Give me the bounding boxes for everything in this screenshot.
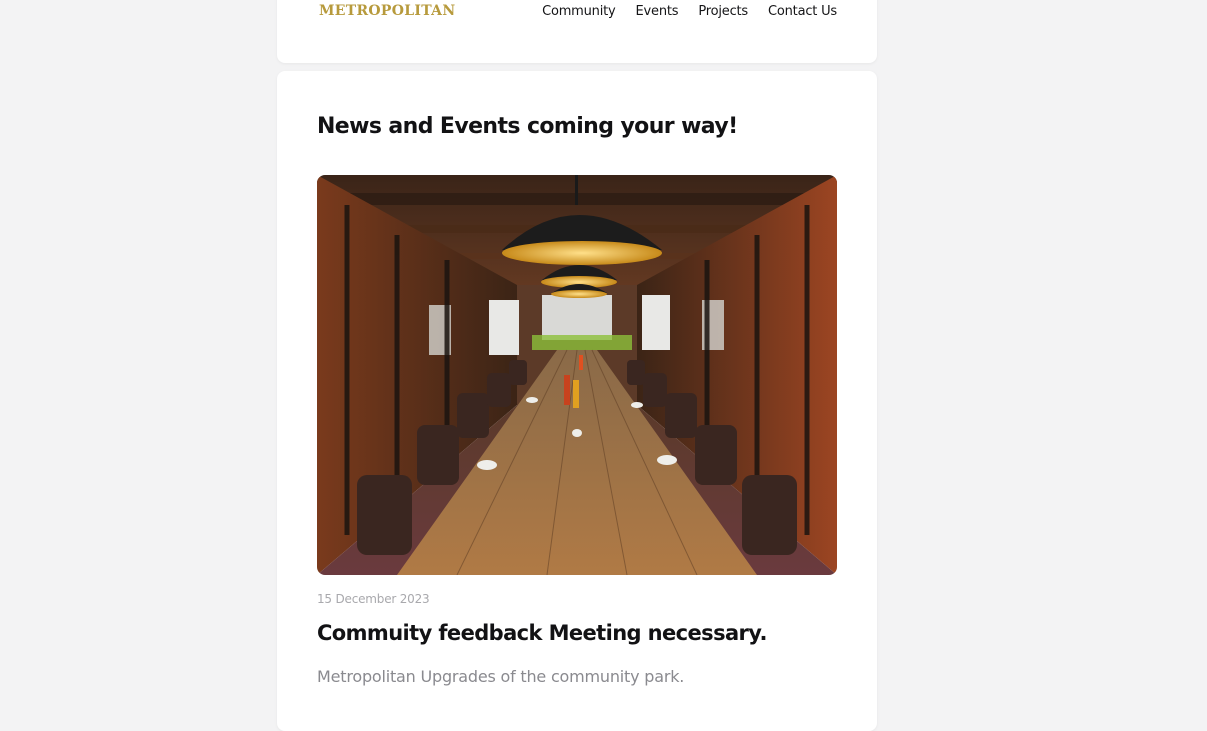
nav-link-events[interactable]: Events [636, 4, 679, 19]
section-title: News and Events coming your way! [317, 114, 738, 139]
nav-link-contact-us[interactable]: Contact Us [768, 4, 837, 19]
event-description: Metropolitan Upgrades of the community p… [317, 667, 685, 686]
main-nav: Community Events Projects Contact Us [542, 4, 837, 19]
event-date: 15 December 2023 [317, 592, 430, 606]
event-title[interactable]: Commuity feedback Meeting necessary. [317, 621, 767, 645]
site-logo[interactable]: METROPOLITAN [319, 3, 455, 19]
site-header: METROPOLITAN Community Events Projects C… [277, 0, 877, 63]
meeting-room-photo [317, 175, 837, 575]
event-image[interactable] [317, 175, 837, 575]
nav-link-projects[interactable]: Projects [698, 4, 748, 19]
news-events-card: News and Events coming your way! 15 Dece… [277, 71, 877, 731]
nav-link-community[interactable]: Community [542, 4, 616, 19]
